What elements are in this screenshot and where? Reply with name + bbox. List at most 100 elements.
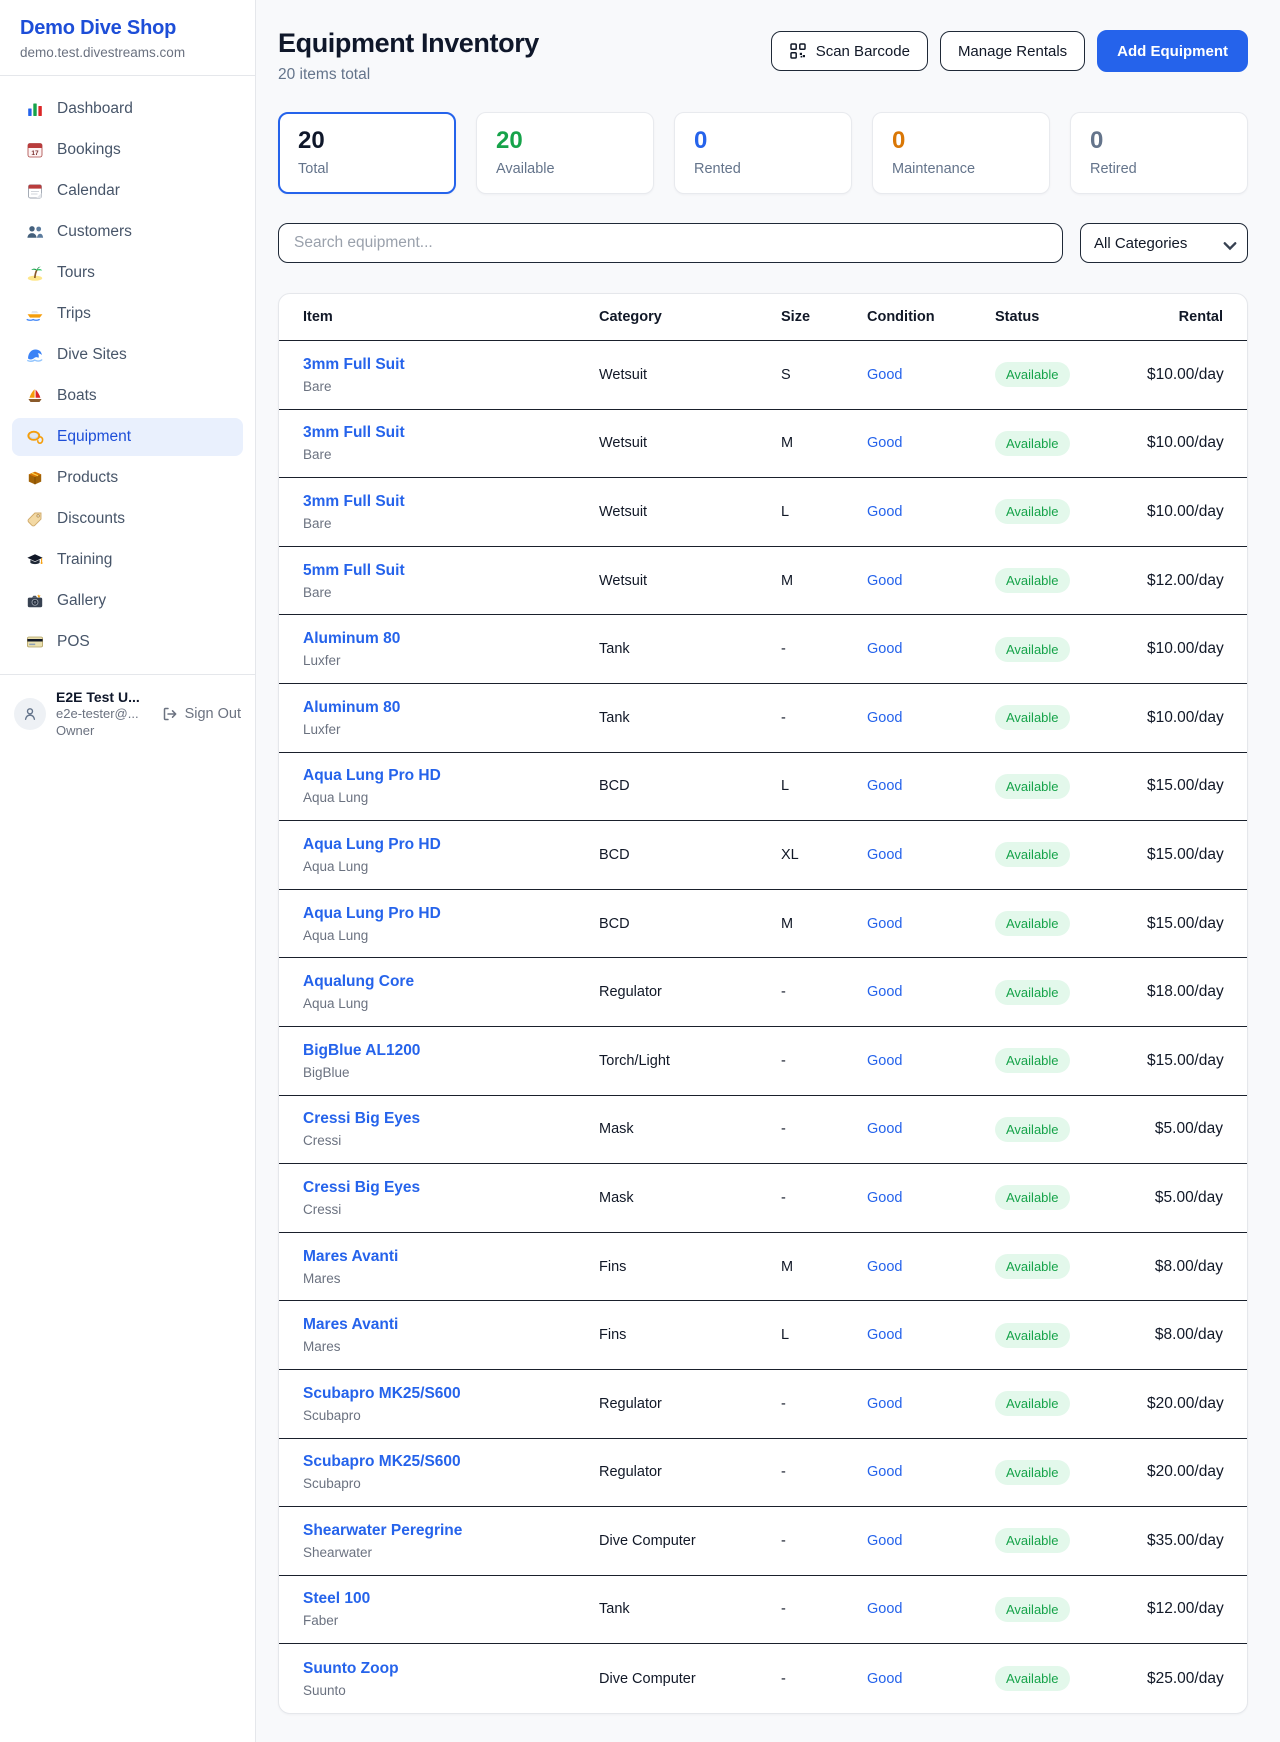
page-title: Equipment Inventory [278,28,539,59]
item-condition-link[interactable]: Good [867,1327,995,1343]
item-size: S [781,367,867,383]
item-name-link[interactable]: Mares Avanti [303,1316,599,1334]
sidebar-item-discounts[interactable]: Discounts [12,500,243,538]
sidebar-item-dive-sites[interactable]: Dive Sites [12,336,243,374]
item-status: Available [995,1254,1147,1279]
item-rental-rate: $12.00/day [1147,1600,1224,1618]
item-condition-link[interactable]: Good [867,573,995,589]
item-name-link[interactable]: Steel 100 [303,1590,599,1608]
item-condition-link[interactable]: Good [867,641,995,657]
item-name-link[interactable]: Aqua Lung Pro HD [303,767,599,785]
sidebar-item-pos[interactable]: POS [12,623,243,661]
item-cell: 3mm Full SuitBare [303,356,599,394]
status-badge: Available [995,911,1070,936]
item-condition-link[interactable]: Good [867,847,995,863]
item-condition-link[interactable]: Good [867,1396,995,1412]
item-name-link[interactable]: BigBlue AL1200 [303,1042,599,1060]
item-cell: Aqua Lung Pro HDAqua Lung [303,767,599,805]
sidebar-item-dashboard[interactable]: Dashboard [12,90,243,128]
sign-out-button[interactable]: Sign Out [161,705,241,723]
table-row: Mares AvantiMaresFinsLGoodAvailable$8.00… [279,1301,1247,1370]
stat-value: 0 [1090,128,1228,154]
sidebar-item-training[interactable]: Training [12,541,243,579]
stat-card-total[interactable]: 20Total [278,112,456,194]
item-status: Available [995,911,1147,936]
search-input[interactable] [278,223,1063,263]
item-cell: 3mm Full SuitBare [303,493,599,531]
stat-card-retired[interactable]: 0Retired [1070,112,1248,194]
scan-barcode-button[interactable]: Scan Barcode [771,31,928,71]
item-condition-link[interactable]: Good [867,1121,995,1137]
item-name-link[interactable]: Mares Avanti [303,1248,599,1266]
stat-card-available[interactable]: 20Available [476,112,654,194]
item-cell: BigBlue AL1200BigBlue [303,1042,599,1080]
status-badge: Available [995,1048,1070,1073]
item-size: - [781,1601,867,1617]
item-category: Wetsuit [599,573,781,589]
sidebar-item-tours[interactable]: Tours [12,254,243,292]
sidebar-item-equipment[interactable]: Equipment [12,418,243,456]
item-name-link[interactable]: 3mm Full Suit [303,493,599,511]
item-rental-rate: $8.00/day [1147,1326,1223,1344]
item-condition-link[interactable]: Good [867,1601,995,1617]
item-condition-link[interactable]: Good [867,1533,995,1549]
item-name-link[interactable]: Aqua Lung Pro HD [303,905,599,923]
category-select[interactable]: All Categories [1080,223,1248,263]
stat-label: Rented [694,161,832,177]
item-name-link[interactable]: Shearwater Peregrine [303,1522,599,1540]
item-name-link[interactable]: Suunto Zoop [303,1660,599,1678]
item-name-link[interactable]: 3mm Full Suit [303,356,599,374]
item-condition-link[interactable]: Good [867,710,995,726]
item-category: Wetsuit [599,504,781,520]
item-condition-link[interactable]: Good [867,1053,995,1069]
item-category: Tank [599,641,781,657]
status-badge: Available [995,774,1070,799]
item-condition-link[interactable]: Good [867,1190,995,1206]
item-brand: Suunto [303,1683,599,1698]
item-condition-link[interactable]: Good [867,984,995,1000]
item-brand: Mares [303,1339,599,1354]
item-name-link[interactable]: Cressi Big Eyes [303,1110,599,1128]
sidebar-item-trips[interactable]: Trips [12,295,243,333]
sidebar-item-gallery[interactable]: Gallery [12,582,243,620]
sidebar-item-boats[interactable]: Boats [12,377,243,415]
sidebar-item-bookings[interactable]: 17Bookings [12,131,243,169]
item-condition-link[interactable]: Good [867,1464,995,1480]
stat-card-rented[interactable]: 0Rented [674,112,852,194]
table-row: 5mm Full SuitBareWetsuitMGoodAvailable$1… [279,547,1247,616]
item-condition-link[interactable]: Good [867,778,995,794]
sidebar-item-calendar[interactable]: Calendar [12,172,243,210]
item-name-link[interactable]: 3mm Full Suit [303,424,599,442]
item-category: BCD [599,916,781,932]
item-condition-link[interactable]: Good [867,1671,995,1687]
item-condition-link[interactable]: Good [867,1259,995,1275]
item-condition-link[interactable]: Good [867,435,995,451]
manage-rentals-button[interactable]: Manage Rentals [940,31,1085,71]
item-name-link[interactable]: Cressi Big Eyes [303,1179,599,1197]
table-row: BigBlue AL1200BigBlueTorch/Light-GoodAva… [279,1027,1247,1096]
status-badge: Available [995,499,1070,524]
item-condition-link[interactable]: Good [867,367,995,383]
item-status: Available [995,568,1147,593]
item-size: XL [781,847,867,863]
stat-card-maintenance[interactable]: 0Maintenance [872,112,1050,194]
item-name-link[interactable]: Aqualung Core [303,973,599,991]
item-name-link[interactable]: Scubapro MK25/S600 [303,1453,599,1471]
item-name-link[interactable]: Scubapro MK25/S600 [303,1385,599,1403]
item-rental-rate: $25.00/day [1147,1670,1224,1688]
item-size: - [781,710,867,726]
item-name-link[interactable]: Aluminum 80 [303,630,599,648]
item-condition-link[interactable]: Good [867,504,995,520]
item-name-link[interactable]: Aqua Lung Pro HD [303,836,599,854]
item-size: - [781,1053,867,1069]
item-name-link[interactable]: 5mm Full Suit [303,562,599,580]
item-brand: Aqua Lung [303,928,599,943]
item-name-link[interactable]: Aluminum 80 [303,699,599,717]
add-equipment-button[interactable]: Add Equipment [1097,30,1248,72]
sidebar-item-customers[interactable]: Customers [12,213,243,251]
item-status: Available [995,431,1147,456]
item-condition-link[interactable]: Good [867,916,995,932]
sidebar-item-products[interactable]: Products [12,459,243,497]
item-size: - [781,984,867,1000]
item-size: M [781,916,867,932]
